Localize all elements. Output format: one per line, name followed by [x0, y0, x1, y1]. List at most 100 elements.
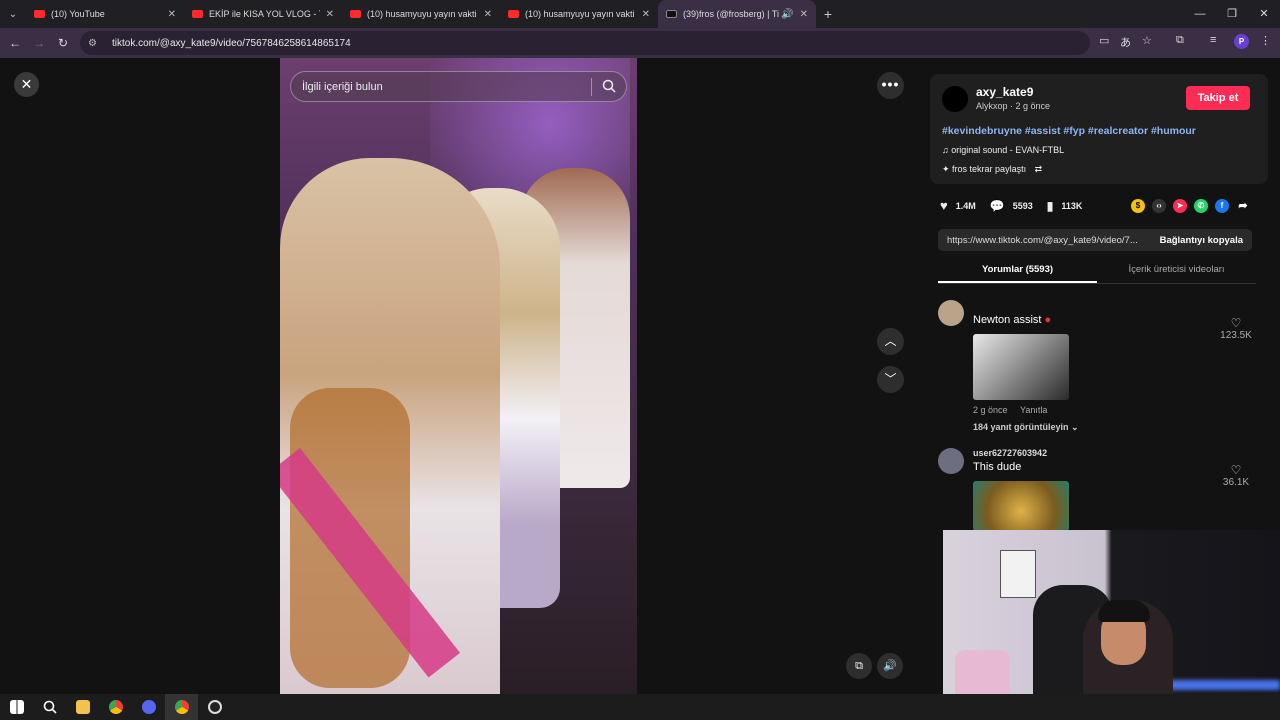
comment-like-button[interactable]: ♡ 36.1K: [1216, 463, 1256, 488]
extensions-icon[interactable]: ⧉: [1176, 34, 1184, 47]
repost-icon: ⇄: [1034, 164, 1043, 174]
sound-name: original sound - EVAN-FTBL: [951, 145, 1065, 155]
next-video-button[interactable]: ﹀: [877, 366, 904, 393]
obs-icon[interactable]: [198, 694, 231, 720]
view-replies-button[interactable]: 184 yanıt görüntüleyin ⌄: [973, 422, 1079, 433]
tab-youtube[interactable]: (10) YouTube ✕: [26, 0, 184, 28]
avatar[interactable]: [938, 300, 964, 326]
author-username[interactable]: axy_kate9: [976, 85, 1033, 99]
emoji-icon: ●: [1044, 314, 1052, 326]
follow-button[interactable]: Takip et: [1186, 86, 1250, 110]
tab-close-icon[interactable]: ✕: [168, 9, 176, 20]
tab-yayin-4[interactable]: (10) husamyuyu yayın vakti 4 - ✕: [500, 0, 658, 28]
install-app-icon[interactable]: ▭: [1099, 34, 1109, 47]
discord-icon[interactable]: [132, 694, 165, 720]
share-arrow-icon[interactable]: ➦: [1236, 199, 1250, 213]
search-placeholder: İlgili içeriği bulun: [302, 80, 383, 93]
tab-yayin-5[interactable]: (10) husamyuyu yayın vakti 5 - ✕: [342, 0, 500, 28]
media-controls-icon[interactable]: ≡: [1210, 34, 1216, 46]
avatar[interactable]: [942, 86, 968, 112]
youtube-icon: [34, 10, 45, 18]
link-field[interactable]: https://www.tiktok.com/@axy_kate9/video/…: [938, 229, 1252, 251]
comment-author[interactable]: user62727603942: [973, 448, 1047, 458]
tab-creator-videos[interactable]: İçerik üreticisi videoları: [1097, 260, 1256, 283]
copy-link-button[interactable]: Bağlantıyı kopyala: [1160, 235, 1243, 246]
avatar[interactable]: [938, 448, 964, 474]
comment-count: 5593: [1012, 200, 1033, 211]
action-bar: ♥ 1.4M 💬 5593 ▮ 113K: [940, 198, 1096, 213]
volume-icon[interactable]: 🔊: [877, 653, 903, 679]
webcam-poster: [1000, 550, 1036, 598]
webcam-hair: [1098, 600, 1150, 622]
comment-like-count: 123.5K: [1220, 330, 1252, 341]
comment-like-button[interactable]: ♡ 123.5K: [1216, 316, 1256, 341]
webcam-overlay: [943, 530, 1280, 720]
window-controls: — ❐ ✕: [1184, 0, 1280, 28]
send-icon[interactable]: ➤: [1173, 199, 1187, 213]
floating-player-icon[interactable]: ⧉: [846, 653, 872, 679]
tab-search-button[interactable]: ⌄: [0, 0, 26, 28]
tab-close-icon[interactable]: ✕: [642, 9, 650, 20]
comment-text-value: Newton assist: [973, 314, 1042, 326]
bookmark-star-icon[interactable]: ☆: [1142, 34, 1152, 47]
tab-title: (39)fros (@frosberg) | TikTo: [683, 9, 779, 19]
whatsapp-icon[interactable]: ✆: [1194, 199, 1208, 213]
tab-close-icon[interactable]: ✕: [800, 9, 808, 20]
previous-video-button[interactable]: ︿: [877, 328, 904, 355]
embed-icon[interactable]: ‹›: [1152, 199, 1166, 213]
hashtags[interactable]: #kevindebruyne #assist #fyp #realcreator…: [942, 125, 1196, 137]
site-info-icon[interactable]: ⚙: [88, 38, 102, 49]
comment-like-count: 36.1K: [1222, 477, 1250, 488]
forward-icon[interactable]: →: [27, 36, 51, 50]
speaker-icon[interactable]: 🔊: [781, 9, 793, 20]
coin-icon[interactable]: $: [1131, 199, 1145, 213]
taskbar: [0, 694, 1280, 720]
like-button[interactable]: ♥ 1.4M: [940, 198, 976, 213]
new-tab-button[interactable]: +: [816, 6, 840, 22]
facebook-icon[interactable]: f: [1215, 199, 1229, 213]
profile-avatar[interactable]: P: [1234, 34, 1249, 49]
file-explorer-icon[interactable]: [66, 694, 99, 720]
share-icons: $ ‹› ➤ ✆ f ➦: [1131, 199, 1257, 213]
comment-image[interactable]: [973, 334, 1069, 400]
tab-ekip-vlog[interactable]: EKİP ile KISA YOL VLOG - Tutuk ✕: [184, 0, 342, 28]
search-divider: [591, 78, 592, 96]
reply-button[interactable]: Yanıtla: [1020, 405, 1047, 415]
tab-close-icon[interactable]: ✕: [326, 9, 334, 20]
search-icon[interactable]: [33, 694, 66, 720]
link-text: https://www.tiktok.com/@axy_kate9/video/…: [947, 234, 1138, 246]
youtube-icon: [508, 10, 519, 18]
start-icon[interactable]: [0, 694, 33, 720]
tiktok-icon: [666, 10, 677, 18]
save-button[interactable]: ▮ 113K: [1047, 199, 1083, 213]
tab-title: EKİP ile KISA YOL VLOG - Tutuk: [209, 9, 320, 19]
related-search-field[interactable]: İlgili içeriği bulun: [290, 71, 627, 102]
search-icon[interactable]: [602, 79, 616, 93]
comment-text: This dude: [973, 461, 1022, 473]
comment-item: Newton assist ● 2 g önce Yanıtla 184 yan…: [938, 300, 1256, 450]
url-text: tiktok.com/@axy_kate9/video/756784625861…: [112, 37, 351, 49]
menu-icon[interactable]: ⋮: [1260, 34, 1271, 47]
reload-icon[interactable]: ↻: [51, 36, 75, 50]
more-options-button[interactable]: •••: [877, 72, 904, 99]
chrome-icon[interactable]: [99, 694, 132, 720]
tab-close-icon[interactable]: ✕: [484, 9, 492, 20]
view-replies-label: 184 yanıt görüntüleyin: [973, 422, 1069, 432]
sound-row[interactable]: ♫ original sound - EVAN-FTBL: [942, 145, 1064, 155]
tab-comments[interactable]: Yorumlar (5593): [938, 260, 1097, 283]
repost-text: fros tekrar paylaştı: [952, 164, 1027, 174]
minimize-icon[interactable]: —: [1184, 0, 1216, 28]
youtube-icon: [350, 10, 361, 18]
restore-icon[interactable]: ❐: [1216, 0, 1248, 28]
comment-button[interactable]: 💬 5593: [990, 199, 1033, 213]
url-field[interactable]: ⚙ tiktok.com/@axy_kate9/video/7567846258…: [80, 31, 1090, 55]
heart-icon: ♡: [1230, 463, 1242, 477]
chrome-active-icon[interactable]: [165, 694, 198, 720]
close-window-icon[interactable]: ✕: [1248, 0, 1280, 28]
close-video-button[interactable]: ✕: [14, 72, 39, 97]
translate-icon[interactable]: あ: [1120, 34, 1131, 50]
comment-image[interactable]: [973, 481, 1069, 531]
video-player[interactable]: İlgili içeriği bulun: [280, 58, 637, 694]
back-icon[interactable]: ←: [3, 36, 27, 50]
tab-tiktok[interactable]: (39)fros (@frosberg) | TikTo 🔊 ✕: [658, 0, 816, 28]
